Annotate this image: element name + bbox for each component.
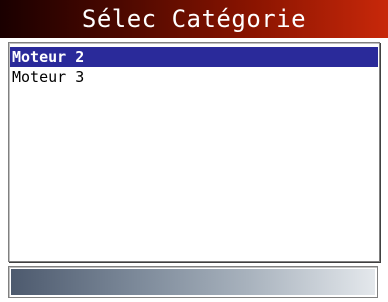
status-bar-gradient — [11, 269, 375, 295]
category-list: Moteur 2 Moteur 3 — [8, 42, 380, 262]
scan-tool-screen: Sélec Catégorie Moteur 2 Moteur 3 — [0, 0, 388, 302]
screen-title: Sélec Catégorie — [81, 5, 307, 33]
list-item-moteur-3[interactable]: Moteur 3 — [10, 67, 378, 87]
status-bar — [8, 266, 378, 298]
title-bar: Sélec Catégorie — [0, 0, 388, 40]
list-item-moteur-2[interactable]: Moteur 2 — [10, 47, 378, 67]
